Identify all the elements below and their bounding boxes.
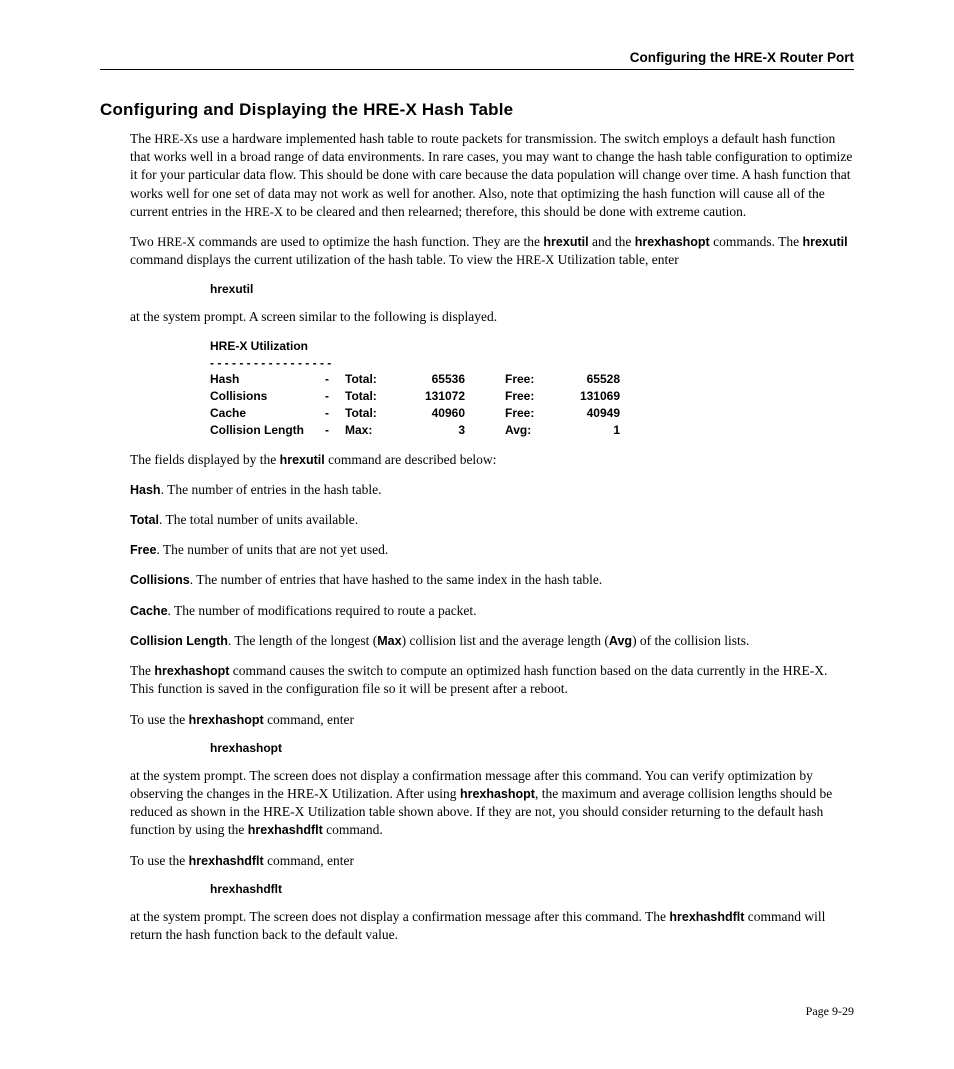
command: hrexhashopt [210,741,854,755]
text: HRE-X [516,253,554,267]
paragraph: To use the hrexhashdflt command, enter [130,852,854,870]
table-row: Collision Length-Max:3Avg:1 [210,423,620,437]
text: . The number of entries that have hashed… [190,572,603,587]
text: command, enter [264,712,354,727]
field-name: Cache [130,604,168,618]
text: The [130,131,154,146]
text: . The number of modifications required t… [168,603,477,618]
field-name: Avg [609,634,632,648]
command-name: hrexutil [543,235,588,249]
text: . The length of the longest ( [228,633,377,648]
paragraph: at the system prompt. A screen similar t… [130,308,854,326]
page-number: Page 9-29 [100,1004,854,1019]
page: Configuring the HRE-X Router Port Config… [0,0,954,1069]
paragraph: The fields displayed by the hrexutil com… [130,451,854,469]
field-name: Collision Length [130,634,228,648]
text: and the [589,234,635,249]
text: commands are used to optimize the hash f… [195,234,543,249]
command-name: hrexhashdflt [669,910,744,924]
field-description: Collisions. The number of entries that h… [130,571,854,589]
text: command. [323,822,383,837]
text: . The number of units that are not yet u… [156,542,388,557]
table-row: Cache-Total:40960Free:40949 [210,406,620,420]
table-row: Collisions-Total:131072Free:131069 [210,389,620,403]
field-description: Total. The total number of units availab… [130,511,854,529]
text: ) collision list and the average length … [402,633,609,648]
paragraph: Two HRE-X commands are used to optimize … [130,233,854,269]
command-name: hrexhashopt [189,713,264,727]
field-name: Max [377,634,401,648]
field-name: Collisions [130,573,190,587]
text: commands. The [710,234,803,249]
table-row: Hash-Total:65536Free:65528 [210,372,620,386]
field-name: Free [130,543,156,557]
field-description: Cache. The number of modifications requi… [130,602,854,620]
text: The fields displayed by the [130,452,280,467]
text: command causes the switch to compute an … [130,663,827,696]
field-name: Hash [130,483,161,497]
separator: - - - - - - - - - - - - - - - - - [210,356,331,370]
command-name: hrexhashopt [460,787,535,801]
text: The [130,663,154,678]
field-description: Hash. The number of entries in the hash … [130,481,854,499]
text: . The number of entries in the hash tabl… [161,482,382,497]
text: HRE-X [157,235,195,249]
text: Two [130,234,157,249]
paragraph: at the system prompt. The screen does no… [130,908,854,944]
command-name: hrexutil [280,453,325,467]
field-description: Collision Length. The length of the long… [130,632,854,650]
command-name: hrexhashopt [154,664,229,678]
text: command are described below: [325,452,497,467]
command: hrexhashdflt [210,882,854,896]
text: at the system prompt. The screen does no… [130,909,669,924]
command-name: hrexhashopt [635,235,710,249]
command-name: hrexhashdflt [248,823,323,837]
text: . The total number of units available. [159,512,358,527]
section-title: Configuring and Displaying the HRE-X Has… [100,100,854,120]
text: ) of the collision lists. [632,633,749,648]
text: To use the [130,853,189,868]
paragraph: The HRE-Xs use a hardware implemented ha… [130,130,854,221]
paragraph: To use the hrexhashopt command, enter [130,711,854,729]
command-name: hrexutil [802,235,847,249]
command: hrexutil [210,282,854,296]
text: HRE-X [154,132,192,146]
text: command displays the current utilization… [130,252,516,267]
paragraph: at the system prompt. The screen does no… [130,767,854,840]
paragraph: The hrexhashopt command causes the switc… [130,662,854,698]
text: command, enter [264,853,354,868]
table-title: HRE-X Utilization [210,339,308,353]
text: HRE-X [245,205,283,219]
field-description: Free. The number of units that are not y… [130,541,854,559]
text: to be cleared and then relearned; theref… [283,204,746,219]
running-header: Configuring the HRE-X Router Port [100,50,854,70]
output-block: HRE-X Utilization - - - - - - - - - - - … [210,338,854,439]
text: To use the [130,712,189,727]
command-name: hrexhashdflt [189,854,264,868]
field-name: Total [130,513,159,527]
text: Utilization table, enter [554,252,678,267]
